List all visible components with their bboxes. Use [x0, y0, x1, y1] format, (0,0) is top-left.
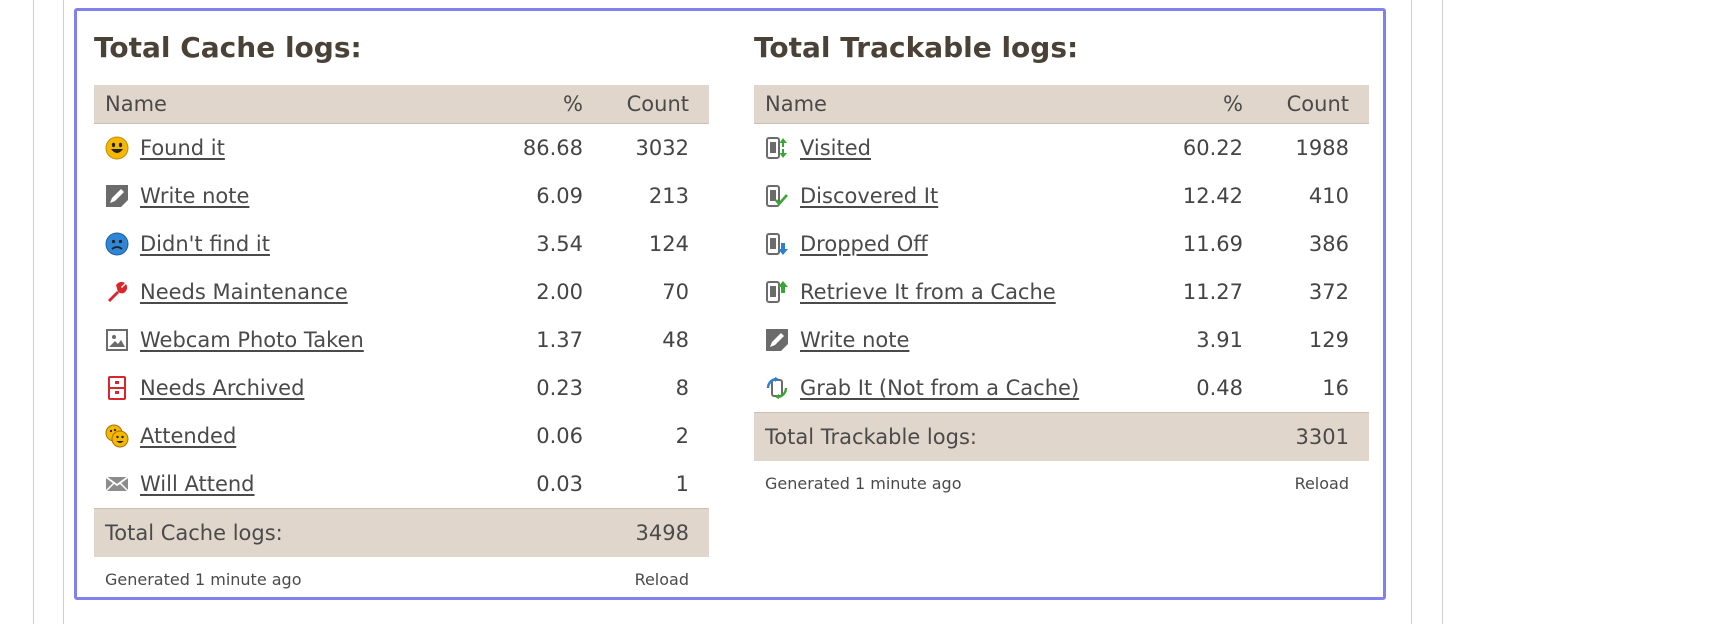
smiley-icon [105, 136, 129, 160]
count-cell: 48 [662, 328, 689, 352]
envelope-icon [105, 472, 129, 496]
count-cell: 213 [648, 184, 689, 208]
percent-cell: 2.00 [536, 280, 583, 304]
percent-cell: 12.42 [1182, 184, 1243, 208]
log-type-link[interactable]: Needs Maintenance [140, 280, 348, 304]
table-row: Needs Archived 0.23 8 [94, 364, 709, 412]
log-type-link[interactable]: Write note [140, 184, 249, 208]
count-cell: 16 [1322, 376, 1349, 400]
generated-text: Generated 1 minute ago [105, 569, 302, 589]
grab-icon [765, 376, 789, 400]
total-label: Total Trackable logs: [765, 425, 977, 449]
percent-cell: 86.68 [522, 136, 583, 160]
count-column-header: Count [1286, 92, 1349, 116]
generated-text: Generated 1 minute ago [765, 473, 962, 493]
log-stats-panel: Total Cache logs: Name % Count Found it … [74, 8, 1386, 600]
trackable-logs-table: Name % Count Visited 60.22 1988 Discover… [754, 85, 1369, 505]
table-row: Visited 60.22 1988 [754, 124, 1369, 172]
table-row: Write note 6.09 213 [94, 172, 709, 220]
log-type-link[interactable]: Didn't find it [140, 232, 270, 256]
log-type-link[interactable]: Grab It (Not from a Cache) [800, 376, 1079, 400]
log-type-link[interactable]: Webcam Photo Taken [140, 328, 364, 352]
table-row: Grab It (Not from a Cache) 0.48 16 [754, 364, 1369, 412]
count-cell: 386 [1308, 232, 1349, 256]
table-row: Will Attend 0.03 1 [94, 460, 709, 508]
count-cell: 3032 [635, 136, 689, 160]
table-row: Discovered It 12.42 410 [754, 172, 1369, 220]
percent-cell: 60.22 [1182, 136, 1243, 160]
name-column-header: Name [105, 92, 167, 116]
sidebar-left-border [1442, 0, 1443, 624]
count-cell: 410 [1308, 184, 1349, 208]
table-footer: Generated 1 minute ago Reload [94, 557, 709, 601]
table-header: Name % Count [94, 85, 709, 124]
percent-cell: 0.23 [536, 376, 583, 400]
log-type-link[interactable]: Discovered It [800, 184, 938, 208]
write-note-icon [765, 328, 789, 352]
table-row: Webcam Photo Taken 1.37 48 [94, 316, 709, 364]
count-cell: 124 [648, 232, 689, 256]
percent-cell: 3.91 [1196, 328, 1243, 352]
total-row: Total Cache logs: 3498 [94, 508, 709, 557]
dropped-off-icon [765, 232, 789, 256]
log-type-link[interactable]: Attended [140, 424, 236, 448]
log-type-link[interactable]: Write note [800, 328, 909, 352]
cache-logs-table: Name % Count Found it 86.68 3032 Write n… [94, 85, 709, 601]
percent-cell: 6.09 [536, 184, 583, 208]
reload-link[interactable]: Reload [1295, 474, 1369, 493]
attended-icon [105, 424, 129, 448]
count-cell: 1988 [1295, 136, 1349, 160]
total-count: 3498 [635, 521, 689, 545]
log-type-link[interactable]: Visited [800, 136, 871, 160]
trackable-logs-title: Total Trackable logs: [754, 31, 1079, 64]
count-cell: 372 [1308, 280, 1349, 304]
percent-cell: 11.27 [1182, 280, 1243, 304]
page-left-border [33, 0, 34, 624]
count-cell: 8 [675, 376, 689, 400]
count-cell: 129 [1308, 328, 1349, 352]
table-row: Didn't find it 3.54 124 [94, 220, 709, 268]
archive-icon [105, 376, 129, 400]
visited-icon [765, 136, 789, 160]
sad-face-icon [105, 232, 129, 256]
table-row: Retrieve It from a Cache 11.27 372 [754, 268, 1369, 316]
table-row: Write note 3.91 129 [754, 316, 1369, 364]
log-type-link[interactable]: Dropped Off [800, 232, 928, 256]
cache-logs-title: Total Cache logs: [94, 31, 362, 64]
table-header: Name % Count [754, 85, 1369, 124]
discovered-icon [765, 184, 789, 208]
log-type-link[interactable]: Found it [140, 136, 225, 160]
name-column-header: Name [765, 92, 827, 116]
table-row: Dropped Off 11.69 386 [754, 220, 1369, 268]
percent-cell: 1.37 [536, 328, 583, 352]
log-type-link[interactable]: Needs Archived [140, 376, 304, 400]
count-column-header: Count [626, 92, 689, 116]
table-footer: Generated 1 minute ago Reload [754, 461, 1369, 505]
count-cell: 2 [675, 424, 689, 448]
table-row: Needs Maintenance 2.00 70 [94, 268, 709, 316]
percent-cell: 0.06 [536, 424, 583, 448]
count-cell: 70 [662, 280, 689, 304]
content-left-border [63, 0, 64, 624]
content-right-border [1411, 0, 1412, 624]
percent-cell: 0.48 [1196, 376, 1243, 400]
photo-icon [105, 328, 129, 352]
wrench-icon [105, 280, 129, 304]
total-row: Total Trackable logs: 3301 [754, 412, 1369, 461]
percent-cell: 11.69 [1182, 232, 1243, 256]
count-cell: 1 [675, 472, 689, 496]
log-type-link[interactable]: Will Attend [140, 472, 255, 496]
percent-cell: 0.03 [536, 472, 583, 496]
percent-column-header: % [1223, 92, 1243, 116]
table-row: Found it 86.68 3032 [94, 124, 709, 172]
log-type-link[interactable]: Retrieve It from a Cache [800, 280, 1056, 304]
percent-cell: 3.54 [536, 232, 583, 256]
percent-column-header: % [563, 92, 583, 116]
reload-link[interactable]: Reload [635, 570, 709, 589]
table-row: Attended 0.06 2 [94, 412, 709, 460]
retrieve-icon [765, 280, 789, 304]
total-count: 3301 [1295, 425, 1349, 449]
write-note-icon [105, 184, 129, 208]
total-label: Total Cache logs: [105, 521, 283, 545]
